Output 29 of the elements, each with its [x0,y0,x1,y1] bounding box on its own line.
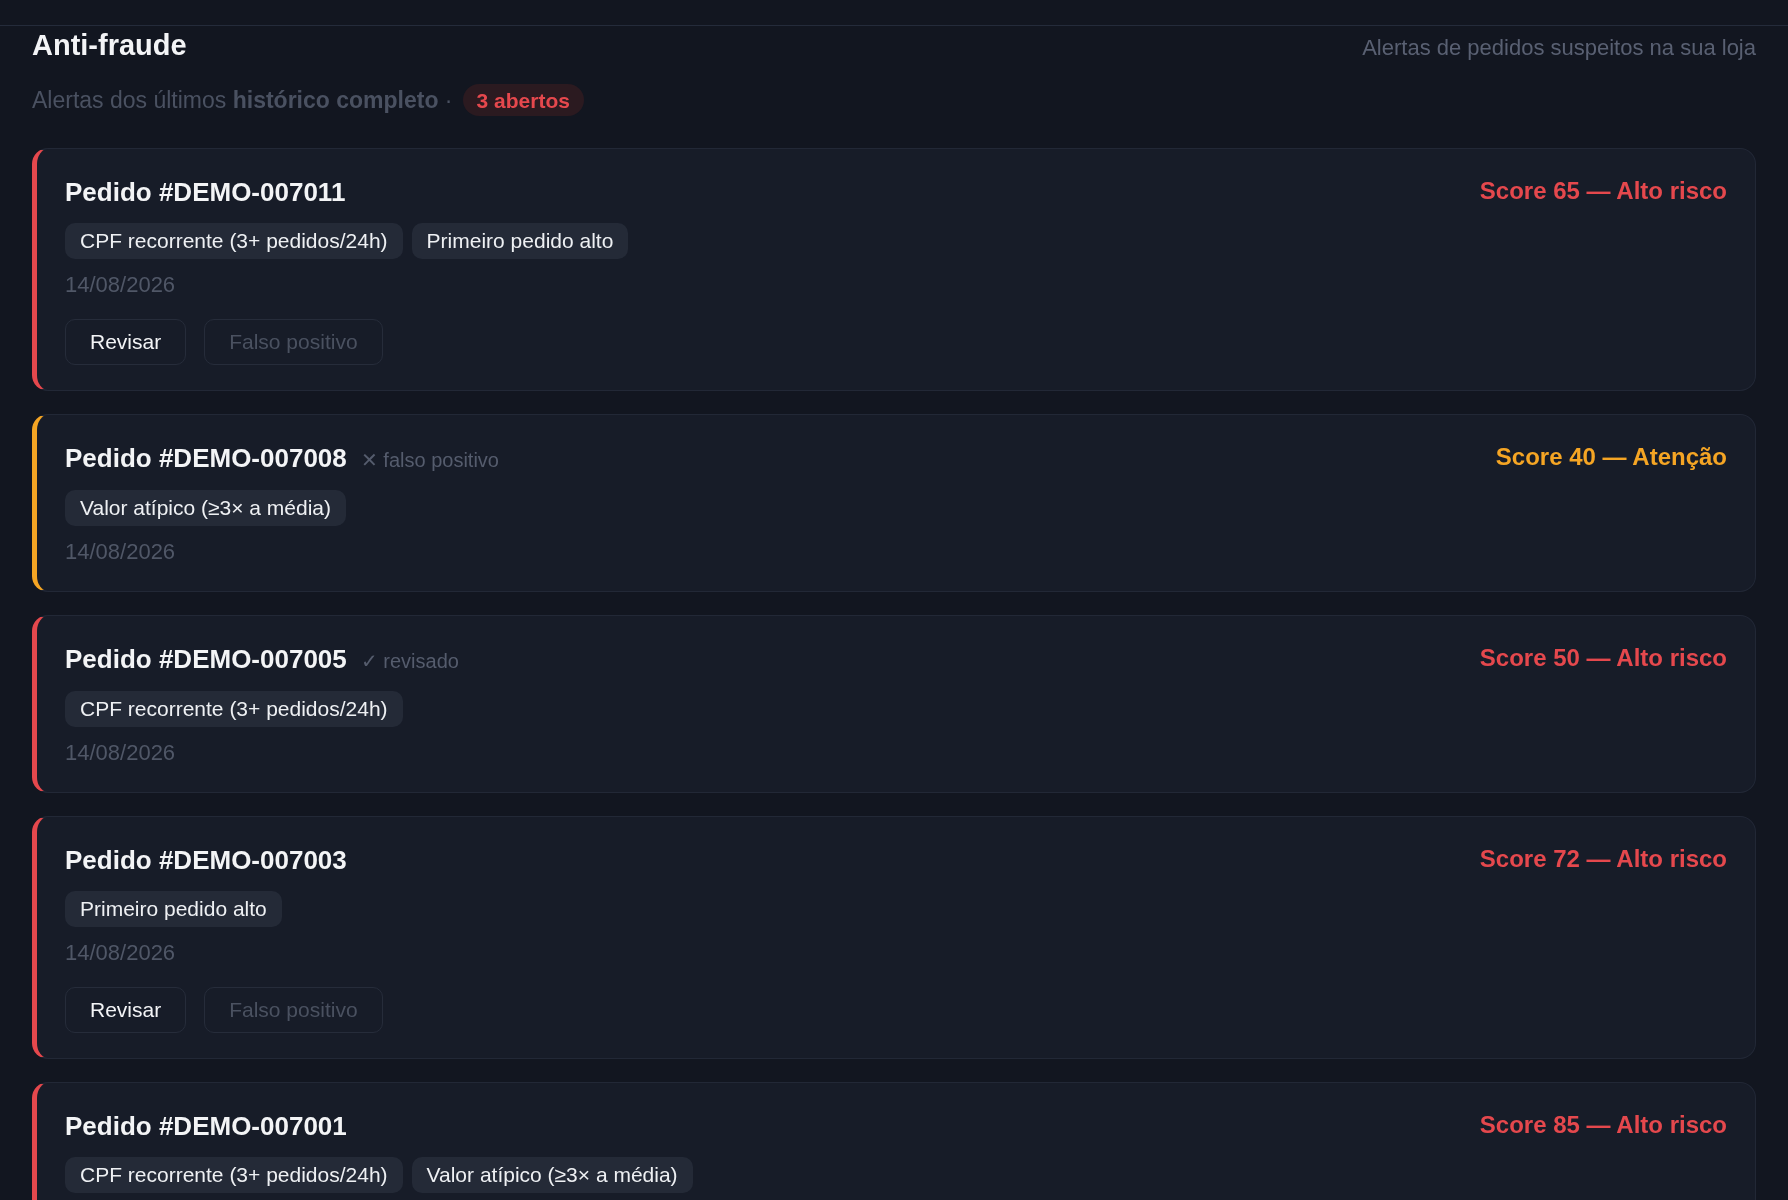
risk-score: Score 72 — Alto risco [1479,843,1727,874]
action-button[interactable]: Revisar [65,318,187,365]
status-label: ✕ falso positivo [360,447,499,473]
risk-score: Score 50 — Alto risco [1479,642,1727,673]
flag-tag: CPF recorrente (3+ pedidos/24h) [65,1156,403,1193]
flag-tag: Valor atípico (≥3× a média) [411,1156,693,1193]
flag-tag: Primeiro pedido alto [411,222,629,259]
page-description: Alertas de pedidos suspeitos na sua loja [1362,34,1756,62]
flag-tag: CPF recorrente (3+ pedidos/24h) [65,690,403,727]
order-title: Pedido #DEMO-007005 [65,642,347,675]
risk-score: Score 40 — Atenção [1495,441,1727,472]
alert-date: 14/08/2026 [65,738,177,767]
open-count-badge: 3 abertos [462,84,584,117]
action-button[interactable]: Revisar [65,986,187,1033]
flag-tag: CPF recorrente (3+ pedidos/24h) [65,222,403,259]
alert-date: 14/08/2026 [65,270,177,299]
flag-tag: Primeiro pedido alto [65,890,282,927]
flag-tag: Valor atípico (≥3× a média) [65,489,346,526]
alert-date: 14/08/2026 [65,537,177,566]
order-title: Pedido #DEMO-007001 [65,1109,347,1142]
status-label: ✓ revisado [360,648,459,674]
summary-text: Alertas dos últimos histórico completo · [32,86,453,115]
order-title: Pedido #DEMO-007003 [65,843,347,876]
risk-score: Score 65 — Alto risco [1479,175,1727,206]
page-title: Anti-fraude [32,28,187,62]
alert-date: 14/08/2026 [65,938,177,967]
order-title: Pedido #DEMO-007011 [65,175,346,208]
order-title: Pedido #DEMO-007008 [65,441,347,474]
risk-score: Score 85 — Alto risco [1479,1109,1727,1140]
